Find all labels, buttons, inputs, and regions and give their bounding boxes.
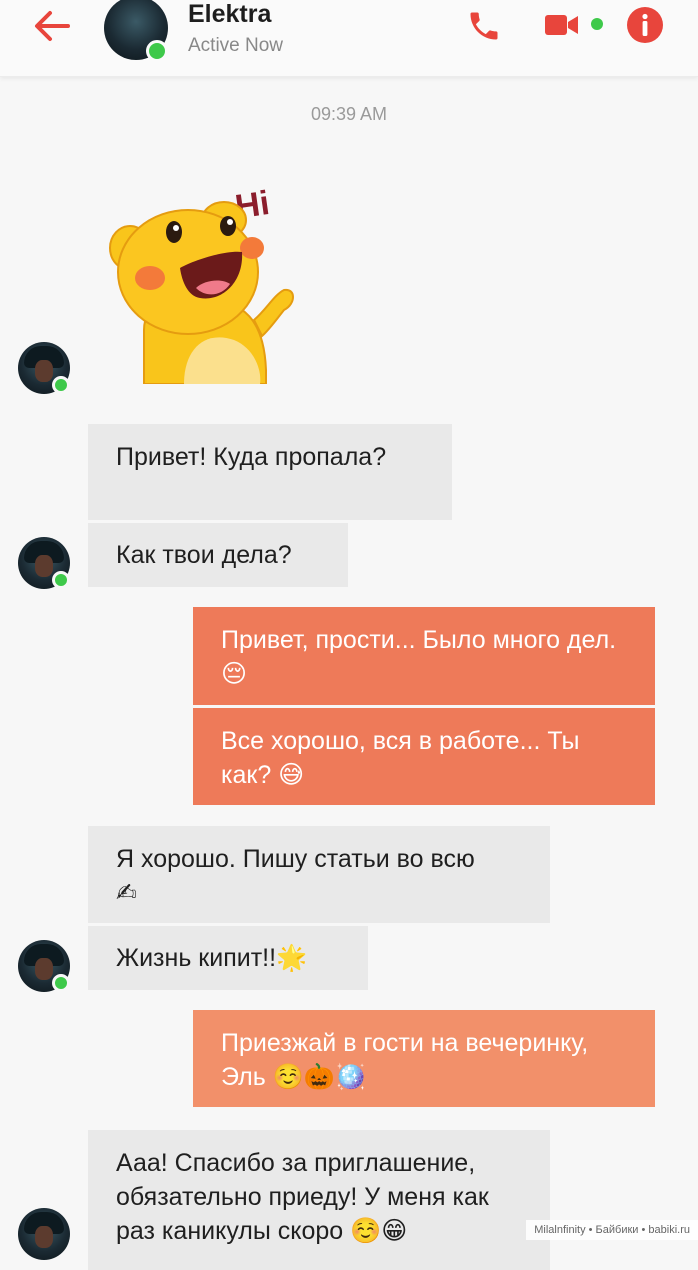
message-incoming[interactable]: Как твои дела? (88, 523, 348, 587)
chat-header: Elektra Active Now (0, 0, 698, 77)
message-outgoing[interactable]: Все хорошо, вся в работе... Ты как? 😅 (193, 708, 655, 805)
hi-sticker[interactable]: Hi (104, 170, 300, 384)
contact-name[interactable]: Elektra (188, 0, 271, 29)
online-indicator (52, 571, 70, 589)
message-incoming[interactable]: Ааа! Спасибо за приглашение, обязательно… (88, 1130, 550, 1270)
phone-icon[interactable] (466, 8, 502, 44)
online-indicator (146, 40, 168, 62)
back-arrow-icon[interactable] (30, 8, 74, 44)
video-active-dot (591, 18, 603, 30)
message-timestamp: 09:39 AM (310, 104, 388, 124)
online-indicator (52, 376, 70, 394)
message-incoming[interactable]: Привет! Куда пропала? (88, 424, 452, 520)
message-outgoing[interactable]: Приезжай в гости на вечеринку, Эль ☺️🎃🪩 (193, 1010, 655, 1107)
watermark: Milalnfinity • Байбики • babiki.ru (526, 1220, 698, 1240)
message-incoming[interactable]: Жизнь кипит!!🌟 (88, 926, 368, 990)
info-icon[interactable] (626, 6, 664, 44)
contact-status: Active Now (188, 35, 284, 56)
video-icon[interactable] (544, 10, 580, 40)
contact-avatar-small[interactable] (18, 1208, 70, 1260)
message-incoming[interactable]: Я хорошо. Пишу статьи во всю ✍ (88, 826, 550, 923)
message-outgoing[interactable]: Привет, прости... Было много дел. 😔 (193, 607, 655, 705)
online-indicator (52, 974, 70, 992)
